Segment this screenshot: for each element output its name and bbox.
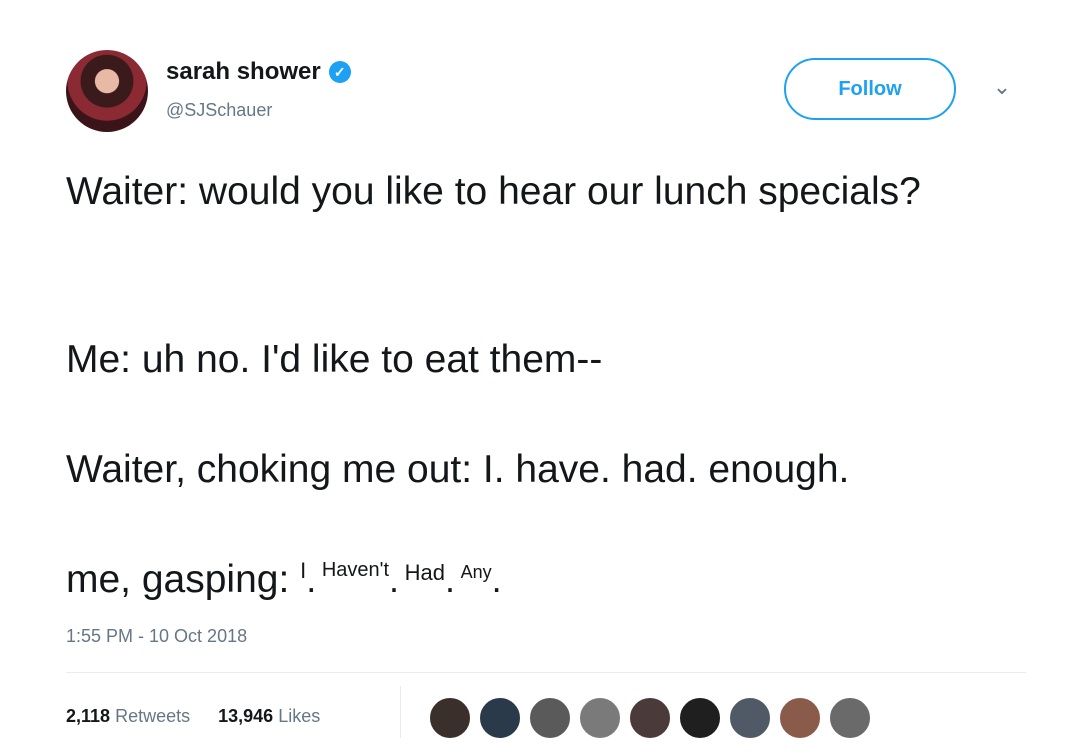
likes-stat[interactable]: 13,946 Likes [218, 706, 320, 727]
likes-count: 13,946 [218, 706, 274, 726]
tweet-timestamp[interactable]: 1:55 PM - 10 Oct 2018 [66, 626, 247, 647]
liker-avatar[interactable] [428, 696, 472, 740]
gasp-word: I [300, 558, 307, 583]
liker-avatar[interactable] [478, 696, 522, 740]
follow-button[interactable]: Follow [784, 58, 956, 120]
gasp-words: I. Haven't. Had. Any. [300, 558, 502, 600]
user-handle[interactable]: @SJSchauer [166, 100, 272, 121]
likes-label: Likes [278, 706, 321, 726]
chevron-down-icon[interactable]: ⌄ [990, 76, 1014, 98]
display-name[interactable]: sarah shower [166, 58, 321, 86]
gasp-word: Haven't [321, 559, 390, 581]
gasp-word: Had [404, 560, 445, 585]
tweet-card: sarah shower ✓ @SJSchauer Follow ⌄ Waite… [0, 0, 1079, 756]
avatar[interactable] [66, 50, 148, 132]
verified-badge-icon: ✓ [328, 61, 351, 83]
retweets-stat[interactable]: 2,118 Retweets [66, 706, 190, 727]
gasp-word: Any [460, 562, 492, 582]
tweet-text: Waiter: would you like to hear our lunch… [66, 168, 1026, 601]
gasping-prefix: me, gasping: [66, 558, 290, 601]
display-name-row[interactable]: sarah shower ✓ [166, 58, 351, 86]
divider [66, 672, 1026, 673]
retweets-label: Retweets [115, 706, 191, 726]
liker-avatar[interactable] [528, 696, 572, 740]
retweets-count: 2,118 [66, 706, 111, 726]
liker-avatar[interactable] [728, 696, 772, 740]
liker-avatar[interactable] [578, 696, 622, 740]
tweet-line-4: me, gasping: I. Haven't. Had. Any. [66, 556, 502, 610]
liker-avatar[interactable] [678, 696, 722, 740]
tweet-line-3: Waiter, choking me out: I. have. had. en… [66, 448, 850, 491]
tweet-line-1: Waiter: would you like to hear our lunch… [66, 170, 921, 213]
liker-avatars [428, 696, 872, 740]
tweet-stats: 2,118 Retweets 13,946 Likes [66, 706, 320, 727]
liker-avatar[interactable] [628, 696, 672, 740]
liker-avatar[interactable] [778, 696, 822, 740]
liker-avatar[interactable] [828, 696, 872, 740]
divider [400, 686, 401, 738]
tweet-line-2: Me: uh no. I'd like to eat them-- [66, 338, 603, 381]
